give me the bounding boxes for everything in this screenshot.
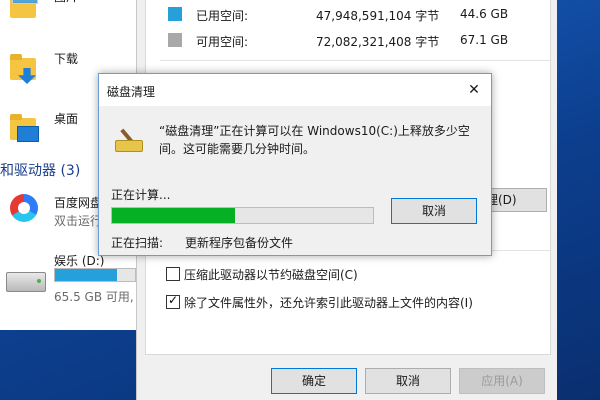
free-space-gb: 67.1 GB — [460, 33, 509, 47]
downloads-folder-icon — [8, 52, 38, 84]
computing-label: 正在计算... — [111, 188, 171, 202]
compress-drive-checkbox[interactable] — [166, 267, 180, 281]
close-icon[interactable]: ✕ — [463, 79, 485, 101]
drive-subtext: 65.5 GB 可用, — [54, 290, 134, 304]
dialog-title: 磁盘清理 — [107, 85, 156, 99]
used-space-bytes: 47,948,591,104 字节 — [316, 9, 440, 23]
nav-item-label: 下载 — [54, 52, 79, 66]
used-space-row: 已用空间: 47,948,591,104 字节 44.6 GB — [160, 4, 540, 24]
disk-cleanup-icon — [115, 128, 145, 152]
divider — [160, 60, 550, 61]
free-space-row: 可用空间: 72,082,321,408 字节 67.1 GB — [160, 30, 540, 50]
compress-drive-option[interactable]: 压缩此驱动器以节约磁盘空间(C) — [166, 264, 546, 284]
drive-usage-bar-fill — [55, 269, 118, 281]
nav-item-label: 图片 — [54, 0, 78, 5]
index-content-label: 除了文件属性外，还允许索引此驱动器上文件的内容(I) — [184, 296, 473, 310]
scanning-item: 更新程序包备份文件 — [185, 236, 294, 250]
free-space-swatch — [168, 33, 182, 47]
progress-bar — [111, 207, 374, 224]
compress-drive-label: 压缩此驱动器以节约磁盘空间(C) — [184, 268, 358, 282]
ok-button[interactable]: 确定 — [271, 368, 357, 394]
used-space-gb: 44.6 GB — [460, 7, 509, 21]
devices-section-title[interactable]: 和驱动器 (3) — [0, 160, 80, 180]
progress-bar-fill — [112, 208, 235, 223]
used-space-label: 已用空间: — [196, 9, 249, 23]
index-content-option[interactable]: 除了文件属性外，还允许索引此驱动器上文件的内容(I) — [166, 292, 546, 312]
dialog-message: “磁盘清理”正在计算可以在 Windows10(C:)上释放多少空间。这可能需要… — [159, 124, 470, 156]
pictures-folder-icon — [8, 0, 38, 20]
hard-drive-icon — [6, 272, 46, 292]
drive-name: 娱乐 (D:) — [54, 254, 105, 268]
drive-subtext: 双击运行 — [54, 214, 103, 228]
baidu-netdisk-icon — [10, 194, 38, 222]
nav-item-label: 桌面 — [54, 112, 79, 126]
free-space-label: 可用空间: — [196, 35, 249, 49]
dialog-titlebar[interactable]: 磁盘清理 ✕ — [99, 74, 491, 106]
nav-item-pictures[interactable]: 图片 — [0, 0, 136, 30]
dialog-cancel-button[interactable]: 取消 — [391, 198, 477, 224]
drive-usage-bar — [54, 268, 136, 282]
drive-d[interactable]: 娱乐 (D:) 65.5 GB 可用, — [0, 248, 136, 308]
used-space-swatch — [168, 7, 182, 21]
apply-button[interactable]: 应用(A) — [459, 368, 545, 394]
disk-cleanup-dialog: 磁盘清理 ✕ “磁盘清理”正在计算可以在 Windows10(C:)上释放多少空… — [98, 73, 492, 256]
free-space-bytes: 72,082,321,408 字节 — [316, 35, 440, 49]
scanning-label: 正在扫描: — [111, 236, 164, 250]
desktop-folder-icon — [8, 112, 39, 142]
drive-name: 百度网盘 — [54, 196, 103, 210]
index-content-checkbox[interactable] — [166, 293, 180, 309]
cancel-button[interactable]: 取消 — [365, 368, 451, 394]
